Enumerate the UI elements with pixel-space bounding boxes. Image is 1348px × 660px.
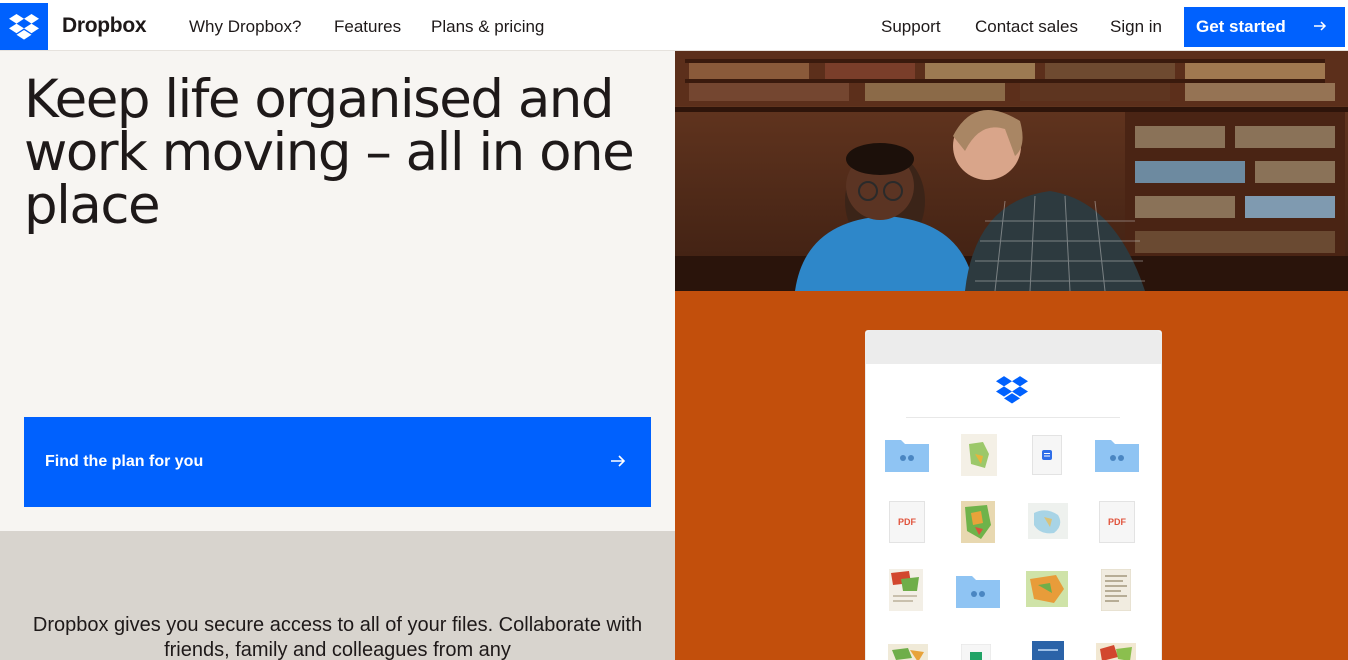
document-image-icon[interactable] xyxy=(1100,568,1145,612)
dropbox-logo-icon xyxy=(996,376,1028,409)
site-header: Dropbox Why Dropbox? Features Plans & pr… xyxy=(0,0,1348,51)
pdf-icon[interactable]: PDF xyxy=(1099,501,1143,543)
map-image-icon[interactable] xyxy=(961,501,1005,543)
nav-support[interactable]: Support xyxy=(881,17,941,37)
arrow-right-icon xyxy=(611,455,626,467)
window-title-bar xyxy=(866,331,1161,364)
nav-plans-pricing[interactable]: Plans & pricing xyxy=(431,17,544,37)
find-plan-label: Find the plan for you xyxy=(45,453,204,470)
map-image-icon[interactable] xyxy=(1096,643,1140,660)
divider xyxy=(906,417,1120,418)
pdf-icon[interactable]: PDF xyxy=(889,501,933,543)
brand-name[interactable]: Dropbox xyxy=(62,14,147,38)
arrow-right-icon xyxy=(1314,21,1327,31)
map-image-icon[interactable] xyxy=(888,644,932,660)
nav-why-dropbox[interactable]: Why Dropbox? xyxy=(189,17,301,37)
hero-headline: Keep life organised and work moving – al… xyxy=(24,69,635,236)
hero-panel: Keep life organised and work moving – al… xyxy=(0,51,675,531)
shared-folder-icon[interactable] xyxy=(1095,436,1139,476)
hero-description: Dropbox gives you secure access to all o… xyxy=(32,614,643,660)
find-plan-button[interactable]: Find the plan for you xyxy=(24,417,651,507)
map-image-icon[interactable] xyxy=(889,569,933,611)
nav-features[interactable]: Features xyxy=(334,17,401,37)
nav-contact-sales[interactable]: Contact sales xyxy=(975,17,1078,37)
get-started-label: Get started xyxy=(1196,17,1286,36)
spreadsheet-icon[interactable] xyxy=(960,643,1005,660)
file-browser-preview: PDF PDF xyxy=(865,330,1162,660)
map-image-icon[interactable] xyxy=(1028,503,1072,543)
doc-icon[interactable] xyxy=(1032,435,1076,475)
shared-folder-icon[interactable] xyxy=(956,572,1000,612)
get-started-button[interactable]: Get started xyxy=(1184,7,1345,47)
dropbox-logo-icon[interactable] xyxy=(0,3,48,50)
nav-sign-in[interactable]: Sign in xyxy=(1110,17,1162,37)
book-cover-icon[interactable] xyxy=(1032,641,1076,660)
description-panel: Dropbox gives you secure access to all o… xyxy=(0,531,675,660)
map-image-icon[interactable] xyxy=(1026,571,1070,611)
map-image-icon[interactable] xyxy=(961,434,1005,476)
library-photo xyxy=(675,51,1348,291)
shared-folder-icon[interactable] xyxy=(885,436,929,476)
